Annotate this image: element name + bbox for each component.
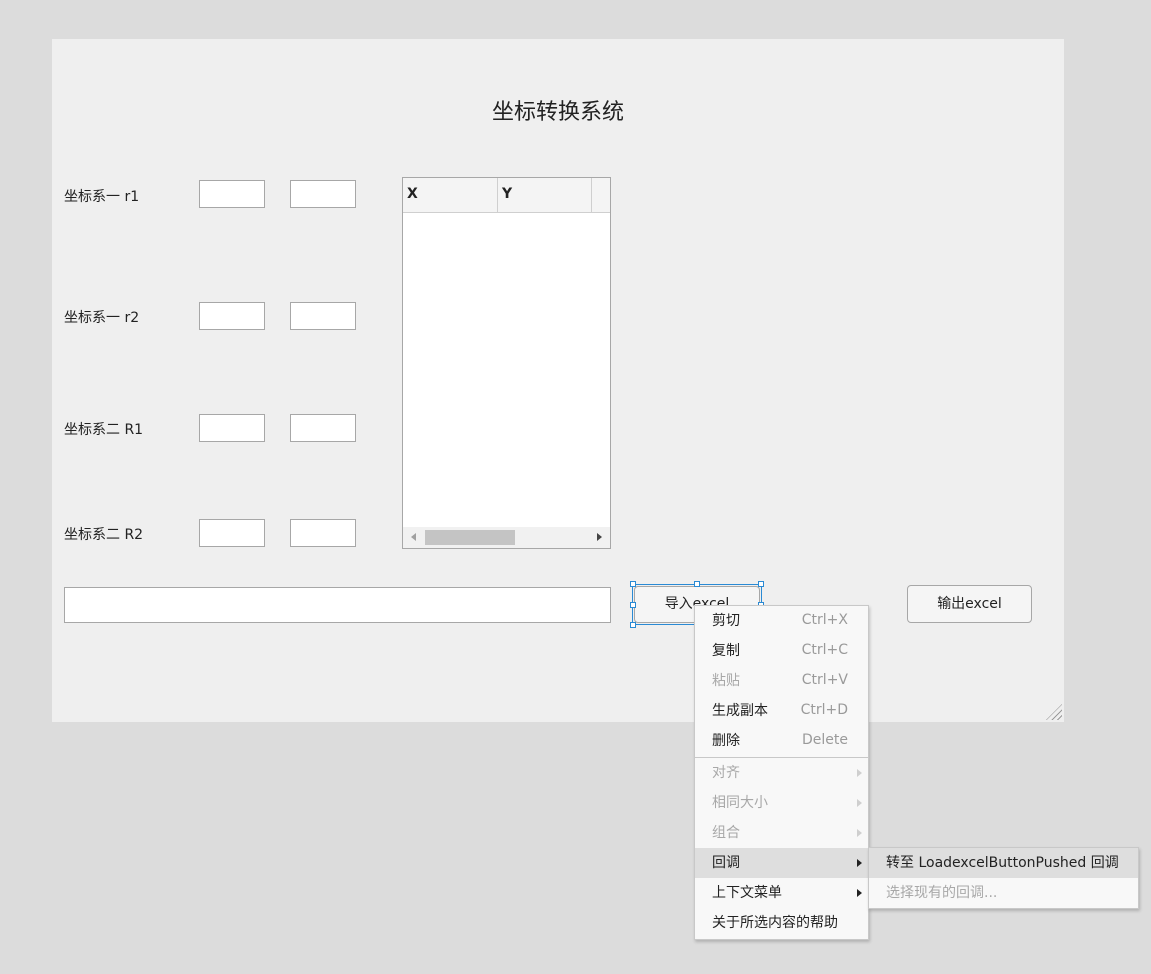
resize-handle-n[interactable]	[694, 581, 700, 587]
menu-item-shortcut: Ctrl+V	[801, 672, 848, 688]
export-excel-button[interactable]: 输出excel	[907, 585, 1032, 623]
data-table[interactable]: X Y	[402, 177, 611, 549]
scroll-right-icon[interactable]	[597, 533, 602, 541]
R1-y-field[interactable]	[290, 414, 356, 442]
submenu-arrow-icon	[857, 859, 862, 867]
scrollbar-thumb[interactable]	[425, 530, 515, 545]
menu-item-label: 剪切	[712, 613, 740, 629]
menu-item-label: 回调	[712, 855, 740, 871]
menu-item-copy[interactable]: 复制 Ctrl+C	[695, 636, 868, 666]
app-canvas: 坐标转换系统 坐标系一 r1 坐标系一 r2 坐标系二 R1 坐标系二 R2 X…	[52, 39, 1064, 722]
submenu-item-label: 转至 LoadexcelButtonPushed 回调	[886, 855, 1119, 871]
menu-item-label: 复制	[712, 643, 740, 659]
resize-handle-sw[interactable]	[630, 622, 636, 628]
label-R1: 坐标系二 R1	[64, 422, 144, 438]
R2-x-field[interactable]	[199, 519, 265, 547]
menu-item-label: 关于所选内容的帮助	[712, 915, 838, 931]
menu-item-same-size: 相同大小	[695, 788, 868, 818]
menu-item-shortcut: Ctrl+D	[800, 702, 848, 718]
menu-item-align: 对齐	[695, 758, 868, 788]
column-header-y[interactable]: Y	[498, 178, 592, 212]
menu-item-paste: 粘贴 Ctrl+V	[695, 666, 868, 696]
R2-y-field[interactable]	[290, 519, 356, 547]
menu-item-label: 相同大小	[712, 795, 768, 811]
scroll-left-icon[interactable]	[411, 533, 416, 541]
resize-grip-icon[interactable]	[1046, 704, 1062, 720]
r1-x-field[interactable]	[199, 180, 265, 208]
submenu-item-goto-callback[interactable]: 转至 LoadexcelButtonPushed 回调	[869, 848, 1138, 878]
label-r1: 坐标系一 r1	[64, 189, 140, 205]
submenu-arrow-icon	[857, 769, 862, 777]
menu-item-label: 对齐	[712, 765, 740, 781]
submenu-arrow-icon	[857, 889, 862, 897]
horizontal-scrollbar[interactable]	[403, 527, 610, 548]
r1-y-field[interactable]	[290, 180, 356, 208]
table-header: X Y	[403, 178, 610, 213]
context-menu: 剪切 Ctrl+X 复制 Ctrl+C 粘贴 Ctrl+V 生成副本 Ctrl+…	[694, 605, 869, 940]
column-header-x[interactable]: X	[403, 178, 498, 212]
submenu-arrow-icon	[857, 799, 862, 807]
submenu-item-label: 选择现有的回调...	[886, 885, 998, 901]
menu-item-callback[interactable]: 回调	[695, 848, 868, 878]
menu-item-group: 组合	[695, 818, 868, 848]
submenu-arrow-icon	[857, 829, 862, 837]
menu-item-delete[interactable]: 删除 Delete	[695, 726, 868, 756]
menu-item-label: 组合	[712, 825, 740, 841]
menu-item-shortcut: Ctrl+C	[801, 642, 848, 658]
resize-handle-ne[interactable]	[758, 581, 764, 587]
R1-x-field[interactable]	[199, 414, 265, 442]
file-path-field[interactable]	[64, 587, 611, 623]
menu-item-label: 删除	[712, 733, 740, 749]
menu-item-label: 生成副本	[712, 703, 768, 719]
app-title: 坐标转换系统	[491, 100, 624, 125]
resize-handle-nw[interactable]	[630, 581, 636, 587]
menu-item-label: 上下文菜单	[712, 885, 782, 901]
resize-handle-w[interactable]	[630, 602, 636, 608]
menu-item-label: 粘贴	[712, 673, 740, 689]
menu-item-cut[interactable]: 剪切 Ctrl+X	[695, 606, 868, 636]
label-r2: 坐标系一 r2	[64, 310, 140, 326]
menu-item-context-menu[interactable]: 上下文菜单	[695, 878, 868, 908]
r2-y-field[interactable]	[290, 302, 356, 330]
menu-item-shortcut: Delete	[802, 732, 848, 748]
menu-item-duplicate[interactable]: 生成副本 Ctrl+D	[695, 696, 868, 726]
r2-x-field[interactable]	[199, 302, 265, 330]
callback-submenu: 转至 LoadexcelButtonPushed 回调 选择现有的回调...	[868, 847, 1139, 909]
submenu-item-select-existing: 选择现有的回调...	[869, 878, 1138, 908]
menu-item-help[interactable]: 关于所选内容的帮助	[695, 908, 868, 938]
label-R2: 坐标系二 R2	[64, 527, 144, 543]
menu-item-shortcut: Ctrl+X	[801, 612, 848, 628]
export-excel-label: 输出excel	[937, 596, 1002, 612]
